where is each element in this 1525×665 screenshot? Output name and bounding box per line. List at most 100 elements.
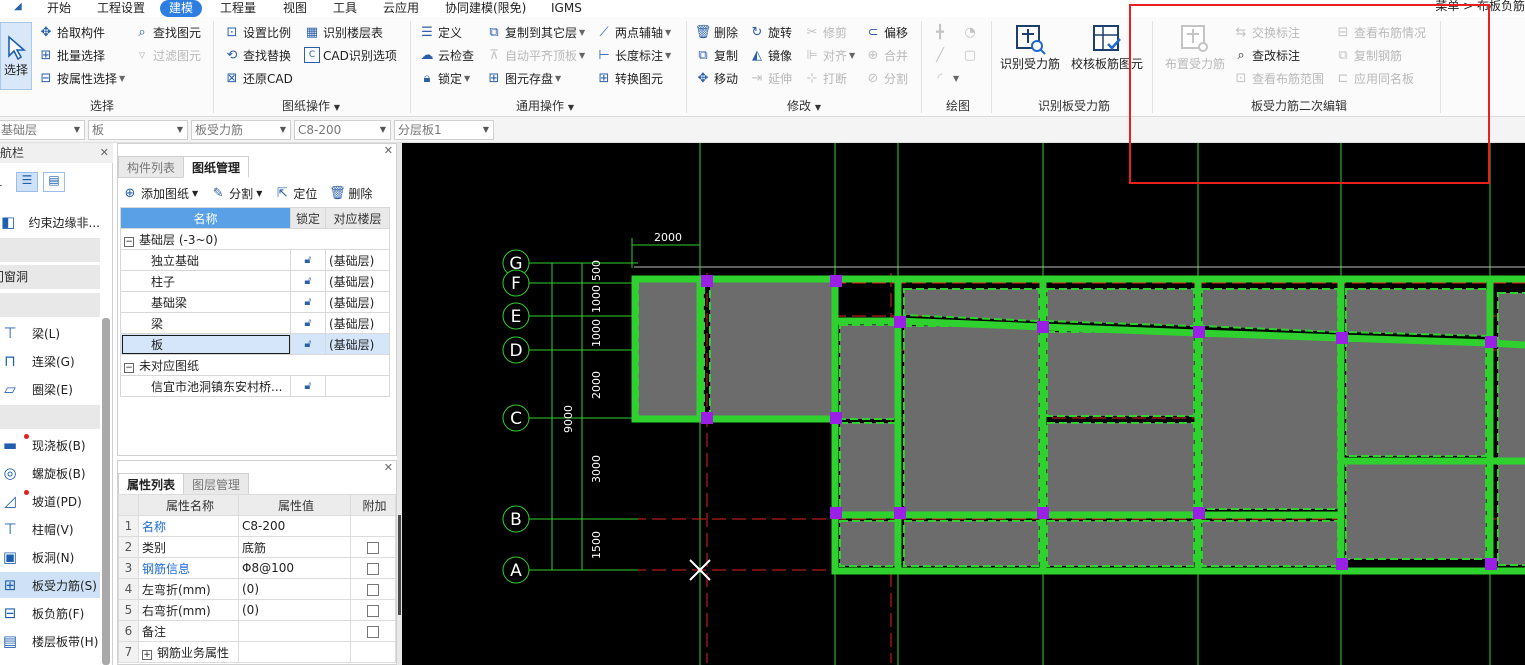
move-button[interactable]: ✥ 移动 <box>695 67 738 89</box>
restore-cad-button[interactable]: ⊠ 还原CAD <box>224 67 293 89</box>
menu-collab[interactable]: 协同建模(限免) <box>445 0 526 17</box>
trim-button[interactable]: ✂ 修剪 <box>804 21 847 43</box>
cloud-check-button[interactable]: ☁ 云检查 <box>419 44 475 66</box>
tab-layer-management[interactable]: 图层管理 <box>183 473 250 495</box>
nav-item-negative-rebar[interactable]: ⊟ 板负筋(F) <box>0 600 100 626</box>
close-icon[interactable]: ✕ <box>384 461 393 474</box>
pick-component-button[interactable]: ✥ 拾取构件 <box>38 21 105 43</box>
two-point-axis-button[interactable]: ⟋ 两点辅轴 ▼ <box>596 21 671 43</box>
select-by-attr-button[interactable]: ⊟ 按属性选择 ▼ <box>38 67 126 89</box>
draw-point-button[interactable]: ╋ <box>932 21 951 43</box>
expand-icon[interactable]: + <box>142 649 152 660</box>
nav-item-cast-slab[interactable]: ▬ 现浇板(B) <box>0 432 100 458</box>
close-icon[interactable]: ✕ <box>384 144 393 157</box>
property-row[interactable]: 5 右弯折(mm) (0) <box>118 599 396 621</box>
lock-icon[interactable]: 🔓︎ <box>290 312 326 334</box>
nav-category-doors[interactable]: 门窗洞 <box>0 265 100 289</box>
convert-element-button[interactable]: ⊞ 转换图元 <box>596 67 663 89</box>
split-drawing-button[interactable]: ✎ 分割 ▼ <box>210 185 263 202</box>
break-button[interactable]: ⊹ 打断 <box>804 67 847 89</box>
mirror-button[interactable]: ◭ 镜像 <box>749 44 792 66</box>
property-value[interactable]: Φ8@100 <box>238 557 351 579</box>
table-row[interactable]: 基础梁 🔓︎ (基础层) <box>120 291 390 313</box>
rotate-button[interactable]: ↻ 旋转 <box>749 21 792 43</box>
nav-item-coupling-beam[interactable]: ⊓ 连梁(G) <box>0 348 100 374</box>
select-button[interactable]: 选择 <box>0 22 32 90</box>
property-value[interactable]: C8-200 <box>238 515 351 537</box>
property-value[interactable] <box>238 620 351 642</box>
property-row[interactable]: 2 类别 底筋 <box>118 536 396 558</box>
list-view-icon[interactable]: ☰ <box>16 172 38 192</box>
property-row[interactable]: 3 钢筋信息 Φ8@100 <box>118 557 396 579</box>
nav-item-ring-beam[interactable]: ▱ 圈梁(E) <box>0 376 100 402</box>
type-select[interactable]: 板受力筋 ▼ <box>191 120 291 140</box>
nav-item-slab-hole[interactable]: ▣ 板洞(N) <box>0 544 100 570</box>
draw-circle-button[interactable]: ◔ <box>962 21 981 43</box>
nav-item-column-cap[interactable]: ⊤ 柱帽(V) <box>0 516 100 542</box>
quick-access-icon[interactable]: ◢ <box>14 0 22 15</box>
property-row[interactable]: 6 备注 <box>118 620 396 642</box>
menu-start[interactable]: 开始 <box>47 0 71 17</box>
menu-igms[interactable]: IGMS <box>551 0 582 17</box>
close-icon[interactable]: ✕ <box>100 143 109 163</box>
menu-tools[interactable]: 工具 <box>333 0 357 17</box>
extend-button[interactable]: ⇥ 延伸 <box>749 67 792 89</box>
property-row[interactable]: 7 + 钢筋业务属性 <box>118 641 396 663</box>
grid-view-icon[interactable]: ▤ <box>43 172 65 192</box>
delete-button[interactable]: 🗑︎ 删除 <box>695 21 738 43</box>
view-status-button[interactable]: ⊟ 查看布筋情况 <box>1335 21 1426 43</box>
attach-checkbox[interactable] <box>367 583 379 596</box>
lock-icon[interactable]: 🔓︎ <box>290 291 326 313</box>
identify-rebar-button[interactable]: 识别受力筋 <box>1000 23 1060 72</box>
table-row[interactable]: 独立基础 🔓︎ (基础层) <box>120 249 390 271</box>
apply-same-name-button[interactable]: ⊏ 应用同名板 <box>1335 67 1414 89</box>
nav-item-ramp[interactable]: ◿ 坡道(PD) <box>0 488 100 514</box>
tab-property-list[interactable]: 属性列表 <box>118 473 185 495</box>
attach-checkbox[interactable] <box>367 625 379 638</box>
lock-icon[interactable]: 🔓︎ <box>290 249 326 271</box>
offset-button[interactable]: ⊂ 偏移 <box>865 21 908 43</box>
merge-button[interactable]: ⊕ 合并 <box>865 44 908 66</box>
lock-icon[interactable]: 🔓︎ <box>290 270 326 292</box>
nav-item-slab-strip[interactable]: ▤ 楼层板带(H) <box>0 628 100 654</box>
draw-line-button[interactable]: ╱ <box>932 44 951 66</box>
tab-drawing-management[interactable]: 图纸管理 <box>183 156 250 178</box>
cad-options-button[interactable]: C CAD识别选项 <box>304 44 397 66</box>
property-value[interactable]: 底筋 <box>238 536 351 558</box>
property-value[interactable]: (0) <box>238 599 351 621</box>
collapse-icon[interactable]: - <box>0 178 2 192</box>
check-rebar-button[interactable]: 校核板筋图元 <box>1071 23 1143 72</box>
element-save-button[interactable]: ⊞ 图元存盘 ▼ <box>486 67 562 89</box>
copy-to-floor-button[interactable]: ⧉ 复制到其它层 ▼ <box>486 21 585 43</box>
place-rebar-button[interactable]: 布置受力筋 <box>1165 23 1225 72</box>
swap-label-button[interactable]: ⇆ 交换标注 <box>1233 21 1300 43</box>
find-element-button[interactable]: ⌕ 查找图元 <box>134 21 201 43</box>
attach-checkbox[interactable] <box>367 562 379 575</box>
find-replace-button[interactable]: ⟲ 查找替换 <box>224 44 291 66</box>
table-row[interactable]: 柱子 🔓︎ (基础层) <box>120 270 390 292</box>
nav-item-beam[interactable]: ⊤ 梁(L) <box>0 320 100 346</box>
table-row[interactable]: 信宜市池洞镇东安村桥... 🔓︎ <box>120 375 390 397</box>
menu-cloud[interactable]: 云应用 <box>383 0 419 17</box>
check-label-button[interactable]: ⌕ 查改标注 <box>1233 44 1300 66</box>
menu-quantity[interactable]: 工程量 <box>220 0 256 17</box>
menu-modeling[interactable]: 建模 <box>160 0 203 17</box>
split-button[interactable]: ⊘ 分割 <box>865 67 908 89</box>
table-row-selected[interactable]: 板 🔓︎ (基础层) <box>120 333 390 355</box>
nav-item-spiral-slab[interactable]: ◎ 螺旋板(B) <box>0 460 100 486</box>
copy-rebar-button[interactable]: ⧉ 复制钢筋 <box>1335 44 1402 66</box>
lock-icon[interactable]: 🔓︎ <box>290 375 326 397</box>
cad-canvas[interactable]: G F E D C B A 2000 500 1000 1000 2000 30… <box>402 143 1525 665</box>
nav-category-blank[interactable] <box>0 405 100 429</box>
property-row[interactable]: 1 名称 C8-200 <box>118 515 396 537</box>
identify-floor-table-button[interactable]: ▦ 识别楼层表 <box>304 21 383 43</box>
menu-project-settings[interactable]: 工程设置 <box>97 0 145 17</box>
splitter-grip[interactable] <box>398 515 401 615</box>
collapse-icon[interactable]: − <box>124 236 134 247</box>
auto-align-top-button[interactable]: ⊼ 自动平齐顶板 ▼ <box>486 44 585 66</box>
set-scale-button[interactable]: ⊡ 设置比例 <box>224 21 291 43</box>
table-row[interactable]: 梁 🔓︎ (基础层) <box>120 312 390 334</box>
nav-category-blank[interactable] <box>0 293 100 317</box>
delete-drawing-button[interactable]: 🗑︎ 删除 <box>329 185 372 202</box>
menu-view[interactable]: 视图 <box>283 0 307 17</box>
